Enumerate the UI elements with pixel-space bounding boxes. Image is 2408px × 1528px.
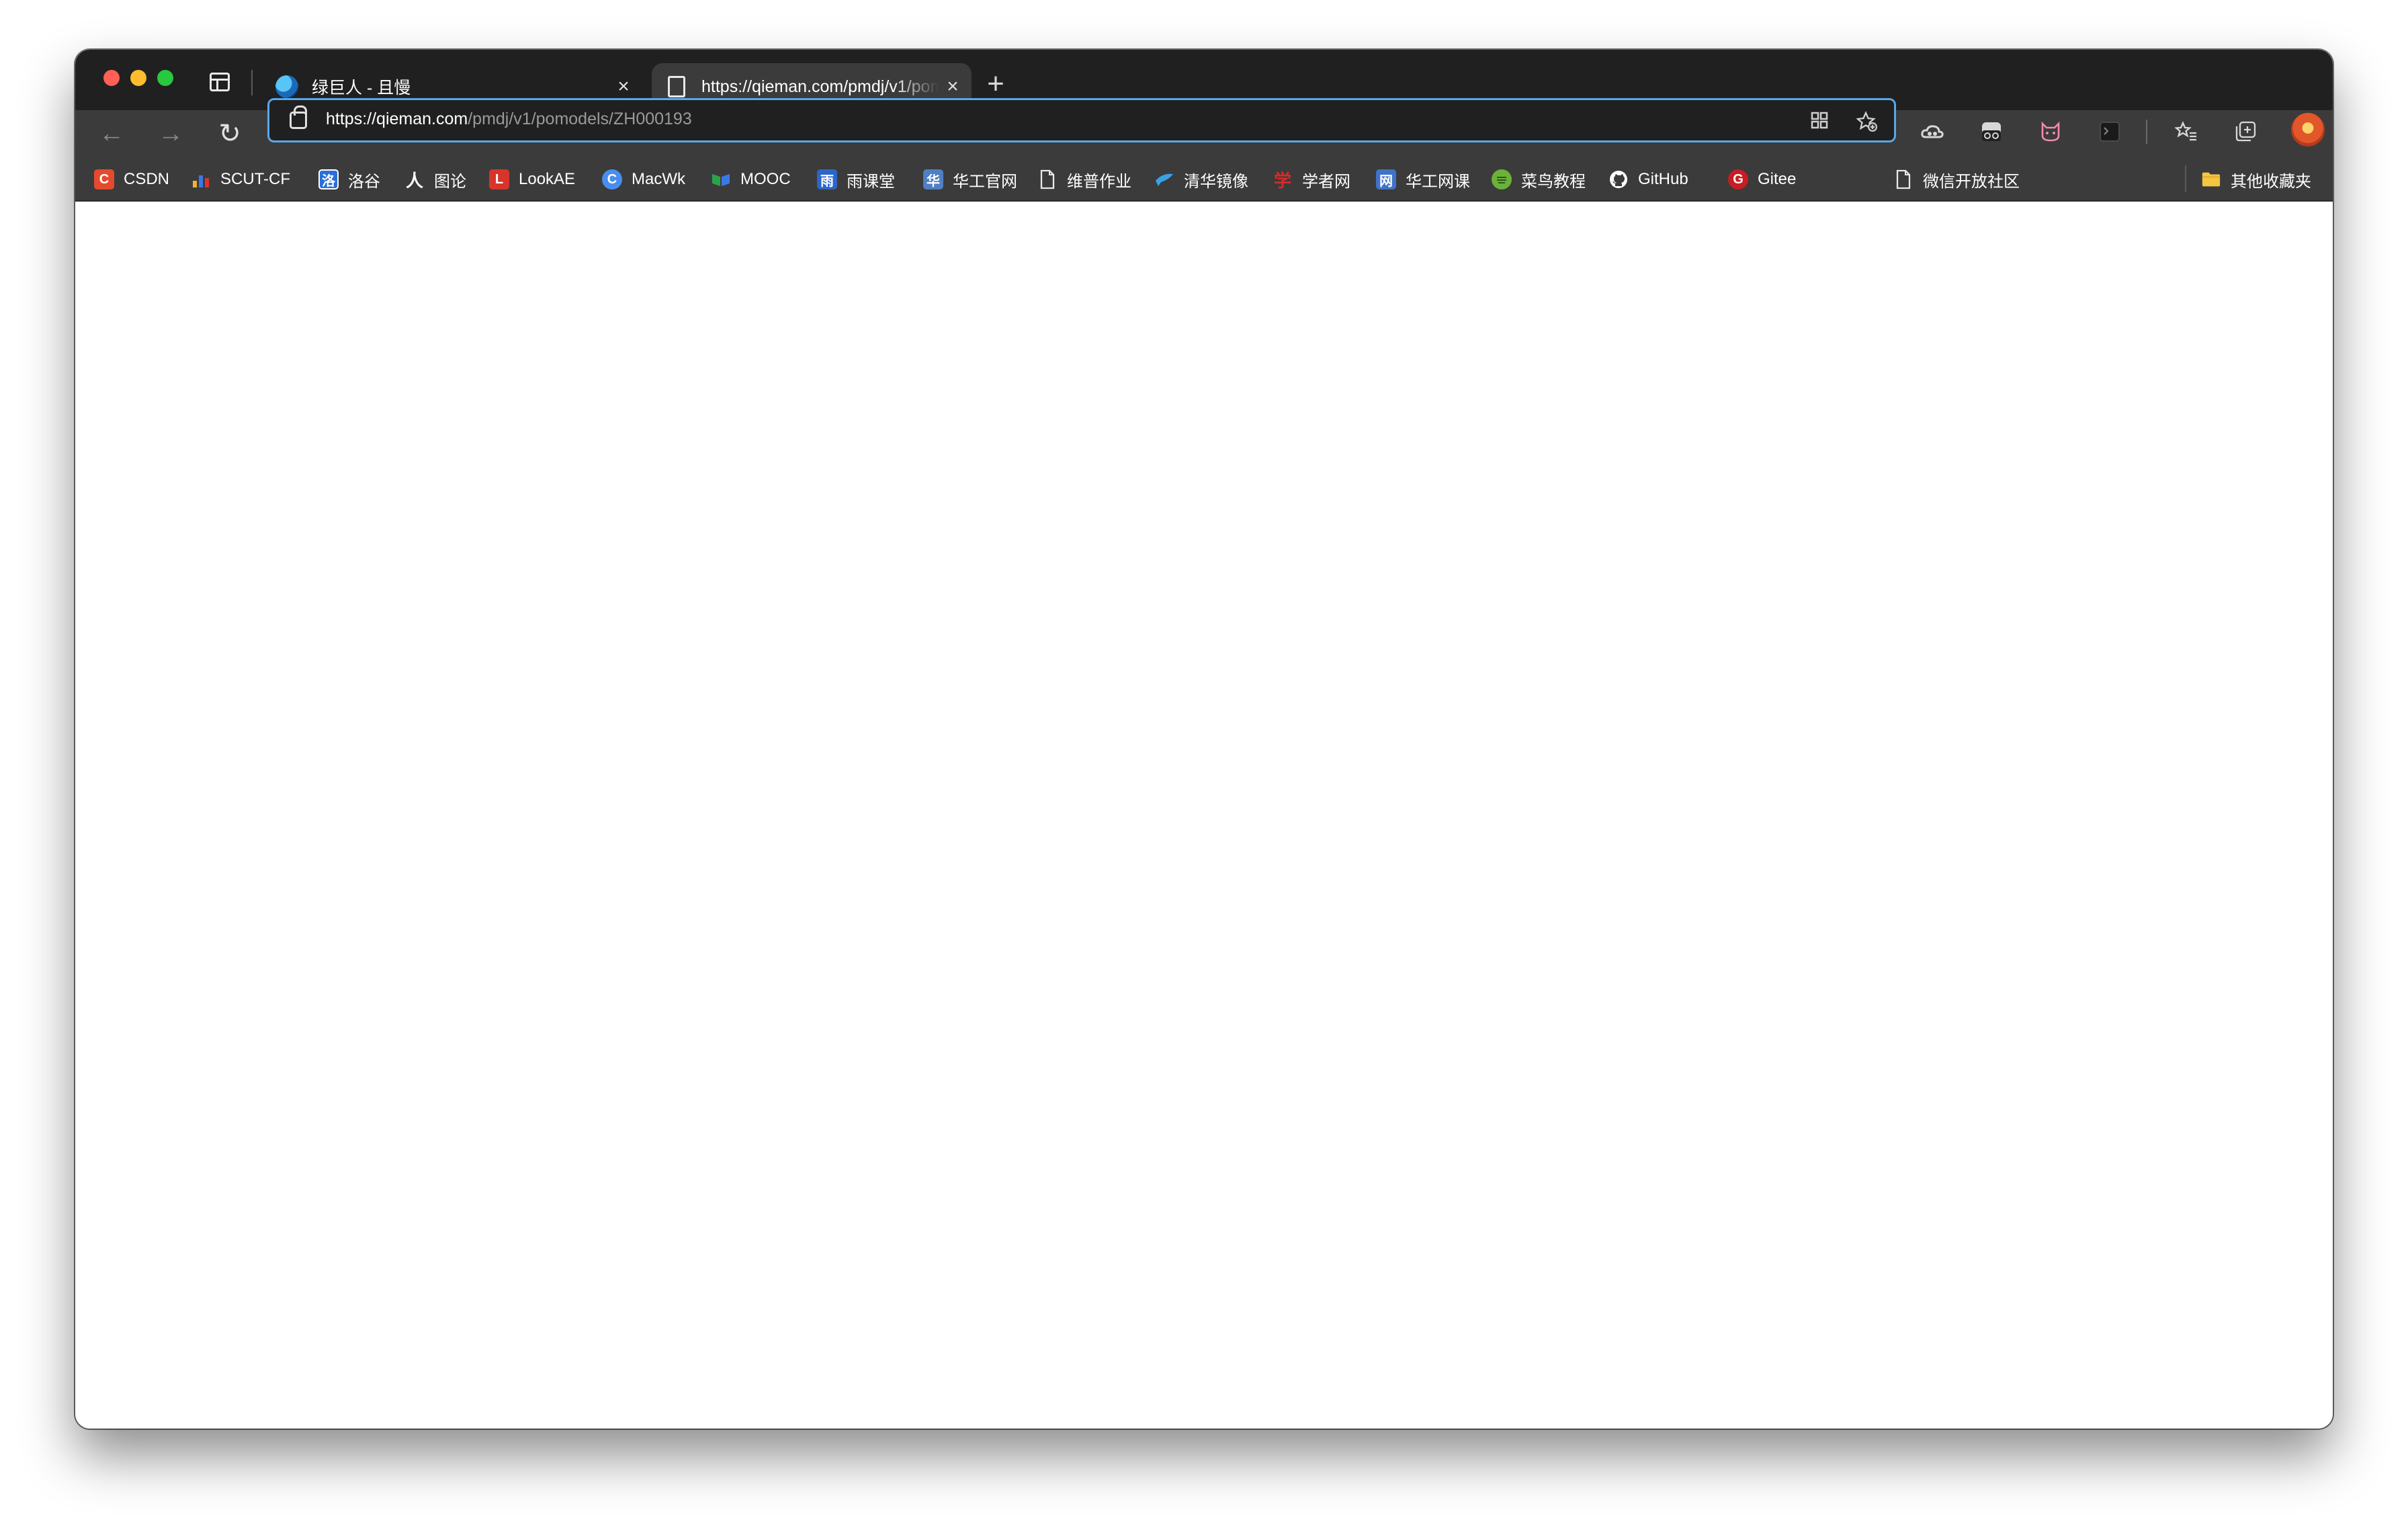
scholar-icon: 学 [1273,170,1291,191]
tab-title: https://qieman.com/pmdj/v1/pomodels/ZH00… [701,77,939,96]
tab-title: 绿巨人 - 且慢 [312,79,411,97]
yuketang-icon: 雨 [817,169,837,189]
window-close-button[interactable] [103,70,120,86]
bookmark-label: MOOC [740,170,791,188]
extension-mask-icon[interactable] [1977,117,2006,146]
bookmark-scut-cf[interactable]: SCUT-CF [191,165,290,194]
bookmark-label: 华工网课 [1406,172,1470,191]
bookmark-macwk[interactable]: C MacWk [602,165,685,194]
bookmark-label: 清华镜像 [1184,172,1248,191]
extension-cloud-icon[interactable] [1918,117,1947,146]
extension-cat-icon[interactable] [2036,117,2065,146]
bookmark-label: 学者网 [1302,172,1350,191]
macwk-icon: C [602,169,622,189]
url-path: /pmdj/v1/pomodels/ZH000193 [468,110,692,128]
bookmark-weipu[interactable]: 维普作业 [1037,165,1131,194]
bookmark-mooc[interactable]: MOOC [711,165,791,194]
apps-icon[interactable] [1809,111,1830,131]
extension-terminal-icon[interactable] [2095,117,2124,146]
window-minimize-button[interactable] [130,70,146,86]
bookmark-lookae[interactable]: L LookAE [489,165,575,194]
bookmark-label: GitHub [1638,170,1688,188]
bookmark-label: 图论 [434,172,466,191]
bookmark-luogu[interactable]: 洛 洛谷 [318,165,380,194]
folder-icon [2201,169,2221,189]
lock-icon[interactable] [290,105,307,129]
new-tab-button[interactable]: + [982,66,1009,102]
browser-window: 绿巨人 - 且慢 × https://qieman.com/pmdj/v1/po… [75,50,2333,1429]
url-host: qieman.com [376,110,468,128]
bookmark-label: 维普作业 [1067,172,1131,191]
bookmarks-bar: C CSDN SCUT-CF 洛 洛谷 人 图论 L LookAE C MacW… [75,157,2333,202]
bookmark-scut-online[interactable]: 网 华工网课 [1376,165,1470,194]
document-icon [668,76,685,97]
runoob-icon [1492,169,1512,189]
bookmark-wechat-dev[interactable]: 微信开放社区 [1893,165,2020,194]
bookmark-csdn[interactable]: C CSDN [94,165,169,194]
bookmark-label: 微信开放社区 [1923,172,2020,191]
graph-icon: 人 [405,170,423,191]
bookmark-label: Gitee [1758,170,1797,188]
divider [251,70,253,95]
reload-button[interactable]: ↻ [211,117,249,151]
csdn-icon: C [94,169,114,189]
bookmark-github[interactable]: GitHub [1608,165,1688,194]
favorites-icon[interactable] [2172,117,2201,146]
window-maximize-button[interactable] [157,70,173,86]
bookmark-label: 其他收藏夹 [2231,172,2311,191]
bar-chart-icon [191,169,211,189]
address-bar[interactable]: https://qieman.com/pmdj/v1/pomodels/ZH00… [267,98,1896,142]
bookmark-scut-official[interactable]: 华 华工官网 [923,165,1017,194]
bookmark-label: CSDN [124,170,170,188]
bookmark-label: SCUT-CF [220,170,290,188]
github-icon [1608,169,1629,189]
bookmark-label: MacWk [632,170,685,188]
tab-actions-icon[interactable] [210,73,230,91]
bookmark-scholarmate[interactable]: 学 学者网 [1273,165,1350,194]
divider [2185,165,2186,192]
scut-online-icon: 网 [1376,169,1396,189]
bookmark-graph[interactable]: 人 图论 [404,165,466,194]
back-button[interactable]: ← [93,117,130,151]
mooc-icon [711,169,731,189]
tab-close-icon[interactable]: × [610,75,637,98]
add-favorite-icon[interactable] [1856,111,1877,132]
luogu-icon: 洛 [318,169,339,189]
tuna-icon [1154,169,1174,189]
document-icon [1037,169,1058,189]
url-text[interactable]: https://qieman.com/pmdj/v1/pomodels/ZH00… [326,110,692,129]
other-bookmarks-folder[interactable]: 其他收藏夹 [2201,165,2311,194]
globe-icon [275,75,298,98]
bookmark-label: LookAE [519,170,576,188]
bookmark-gitee[interactable]: G Gitee [1728,165,1796,194]
divider [2146,120,2147,144]
scut-icon: 华 [923,169,943,189]
document-icon [1893,169,1914,189]
tab-close-icon[interactable]: × [939,75,966,98]
bookmark-label: 雨课堂 [847,172,895,191]
bookmark-label: 洛谷 [348,172,380,191]
forward-button[interactable]: → [152,117,189,151]
avatar[interactable] [2291,113,2325,146]
lookae-icon: L [489,169,509,189]
bookmark-runoob[interactable]: 菜鸟教程 [1492,165,1586,194]
collections-icon[interactable] [2231,117,2260,146]
page-content[interactable] [75,202,2333,1429]
bookmark-label: 华工官网 [953,172,1017,191]
bookmark-yuketang[interactable]: 雨 雨课堂 [817,165,895,194]
gitee-icon: G [1728,169,1748,189]
url-scheme: https:// [326,110,377,128]
bookmark-label: 菜鸟教程 [1521,172,1586,191]
bookmark-tuna[interactable]: 清华镜像 [1154,165,1248,194]
